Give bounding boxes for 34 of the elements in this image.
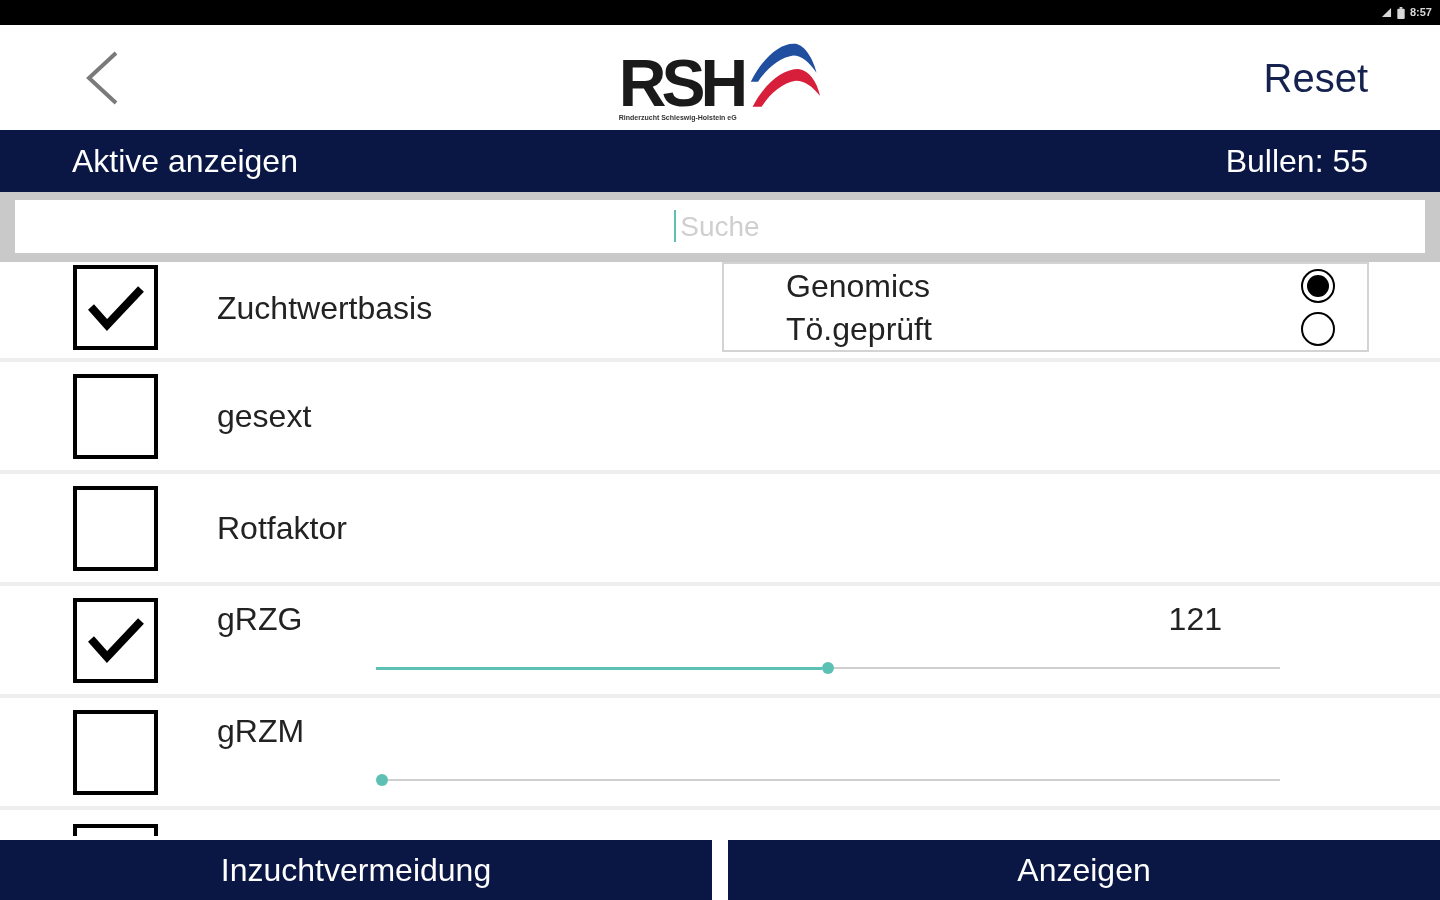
action-button[interactable]: Anzeigen: [728, 840, 1440, 900]
option-label: gesext: [217, 397, 312, 436]
check-icon: [86, 617, 145, 663]
filter-title[interactable]: Aktive anzeigen: [72, 137, 298, 185]
option-label: gRZG: [217, 600, 303, 639]
option-label: Zuchtwertbasis: [217, 289, 434, 328]
check-icon: [86, 284, 145, 331]
checkbox[interactable]: [73, 485, 158, 571]
slider-track[interactable]: [376, 774, 1280, 786]
option-label: Rotfaktor: [217, 509, 347, 548]
clock-time: 8:57: [1409, 7, 1432, 18]
signal-icon: [1380, 7, 1392, 18]
radio-label: Tö.geprüft: [786, 309, 932, 349]
reset-button[interactable]: Reset: [1263, 53, 1368, 102]
bull-count: Bullen: 55: [1225, 142, 1368, 181]
text-cursor: [674, 210, 676, 242]
back-button[interactable]: [85, 50, 119, 105]
back-chevron-icon: [85, 50, 119, 105]
slider-thumb[interactable]: [376, 774, 388, 786]
radio-button[interactable]: [1301, 268, 1335, 303]
radio-label: Genomics: [786, 266, 931, 306]
checkbox[interactable]: [73, 265, 158, 350]
option-label: gRZM: [217, 712, 305, 751]
action-button[interactable]: Inzuchtvermeidung: [0, 840, 712, 900]
checkbox[interactable]: [73, 597, 158, 683]
slider-track[interactable]: [376, 662, 1280, 674]
logo-text: RSH: [618, 55, 745, 111]
radio-button[interactable]: [1301, 311, 1335, 346]
battery-icon: [1396, 6, 1405, 19]
checkbox[interactable]: [73, 824, 158, 836]
checkbox[interactable]: [73, 373, 158, 459]
slider-thumb[interactable]: [822, 662, 834, 674]
slider-value: 121: [1168, 600, 1222, 639]
checkbox[interactable]: [73, 709, 158, 795]
